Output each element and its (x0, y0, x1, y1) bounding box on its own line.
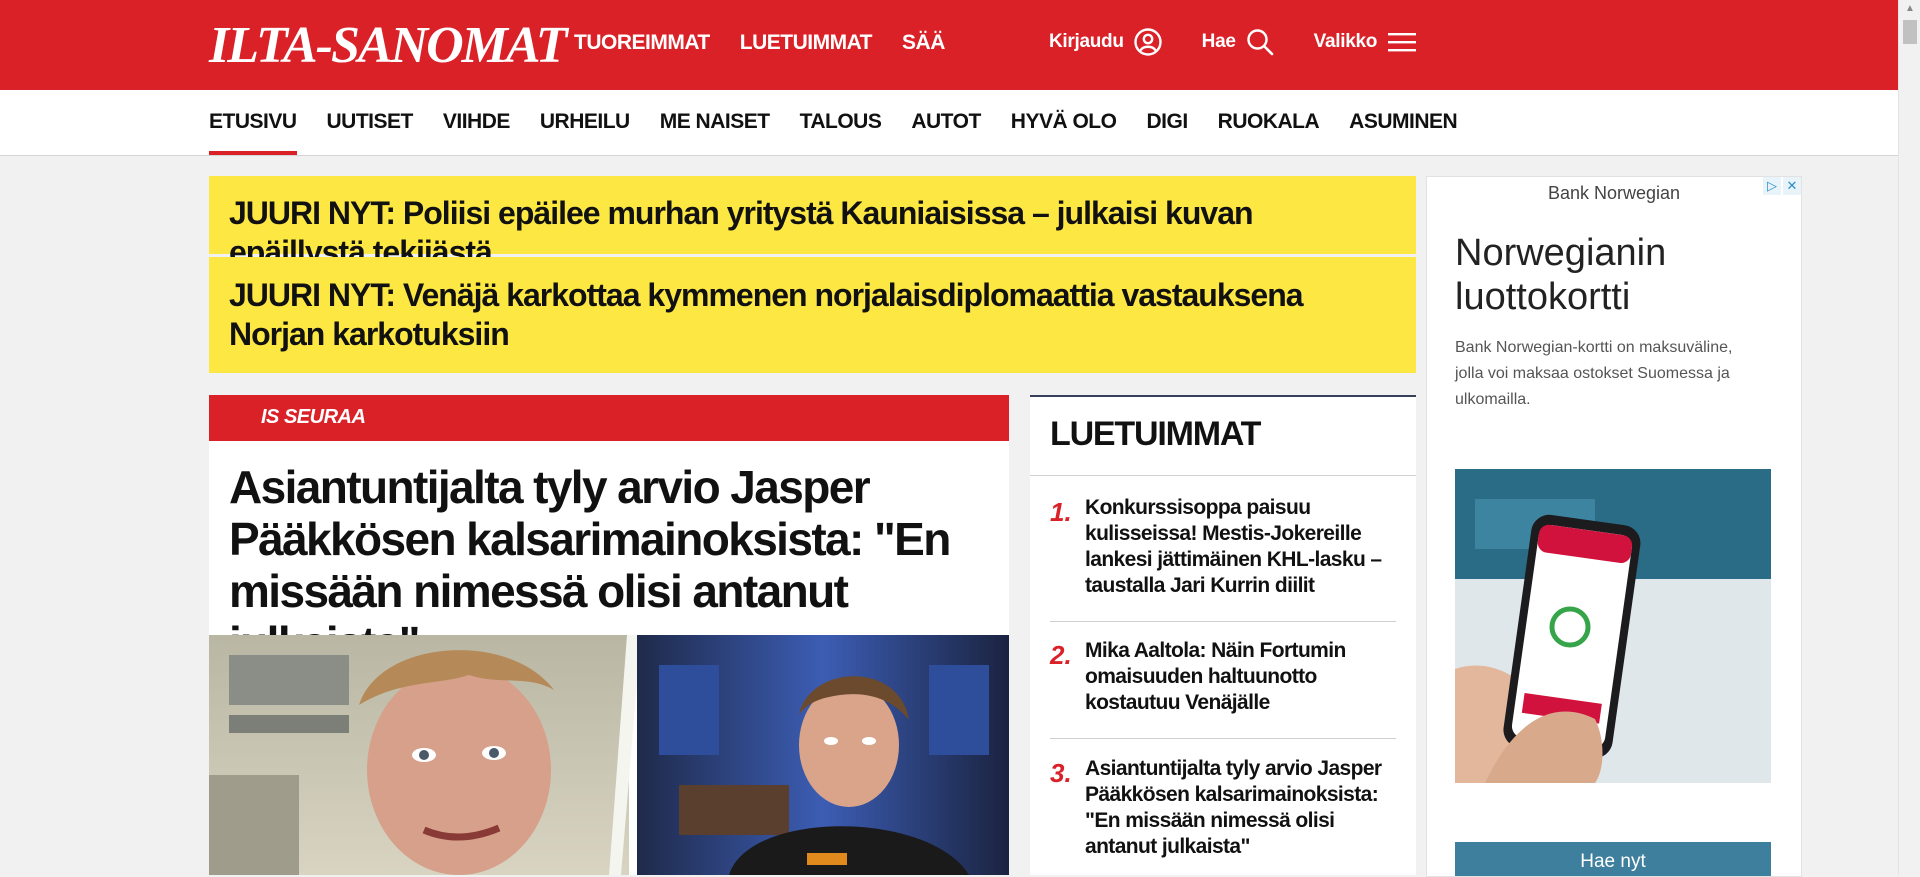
login-button[interactable]: Kirjaudu (1049, 28, 1162, 56)
most-read-headline: Mika Aaltola: Näin Fortumin omaisuuden h… (1085, 639, 1346, 714)
scroll-up-arrow-icon[interactable]: ▲ (1899, 0, 1920, 18)
page-scrollbar[interactable]: ▲ (1898, 0, 1920, 875)
divider (1030, 475, 1416, 476)
section-nav: ETUSIVU UUTISET VIIHDE URHEILU ME NAISET… (0, 90, 1898, 156)
section-etusivu[interactable]: ETUSIVU (209, 90, 297, 155)
article-tag-bar: IS SEURAA (209, 395, 1009, 441)
article-photo[interactable] (209, 635, 1009, 875)
rank-number: 3. (1050, 758, 1072, 788)
most-read-box: LUETUIMMAT 1. Konkurssisoppa paisuu kuli… (1030, 395, 1416, 875)
most-read-title: LUETUIMMAT (1050, 415, 1261, 453)
nav-tuoreimmat[interactable]: TUOREIMMAT (574, 31, 710, 55)
most-read-item-3[interactable]: 3. Asiantuntijalta tyly arvio Jasper Pää… (1050, 756, 1396, 866)
ad-badges: ▷ ✕ (1763, 177, 1801, 195)
section-urheilu[interactable]: URHEILU (540, 90, 630, 155)
top-nav: TUOREIMMAT LUETUIMMAT SÄÄ (574, 31, 945, 55)
rank-number: 2. (1050, 640, 1072, 670)
close-icon[interactable]: ✕ (1783, 177, 1801, 195)
section-hyva-olo[interactable]: HYVÄ OLO (1011, 90, 1117, 155)
site-logo[interactable]: ILTA-SANOMAT (209, 18, 567, 74)
section-talous[interactable]: TALOUS (800, 90, 882, 155)
nav-luetuimmat[interactable]: LUETUIMMAT (740, 31, 873, 55)
ad-brand: Bank Norwegian (1547, 183, 1681, 203)
site-header: ILTA-SANOMAT TUOREIMMAT LUETUIMMAT SÄÄ K… (0, 0, 1898, 90)
section-ruokala[interactable]: RUOKALA (1218, 90, 1320, 155)
advertisement[interactable]: Bank Norwegian ▷ ✕ Norwegianin luottokor… (1426, 176, 1802, 877)
nav-saa[interactable]: SÄÄ (902, 31, 945, 55)
main-article-card[interactable]: IS SEURAA Asiantuntijalta tyly arvio Jas… (209, 395, 1009, 875)
breaking-news-text: JUURI NYT: Venäjä karkottaa kymmenen nor… (229, 277, 1304, 352)
header-actions: Kirjaudu Hae Valikko (1049, 28, 1417, 56)
ad-apply-button[interactable]: Hae nyt (1455, 842, 1771, 876)
search-label: Hae (1201, 31, 1236, 52)
rank-number: 1. (1050, 497, 1072, 527)
hamburger-icon (1388, 33, 1417, 52)
ad-title: Norwegianin luottokortti (1455, 232, 1667, 318)
menu-label: Valikko (1313, 31, 1378, 52)
section-viihde[interactable]: VIIHDE (443, 90, 511, 155)
adchoices-icon[interactable]: ▷ (1763, 177, 1781, 195)
most-read-item-1[interactable]: 1. Konkurssisoppa paisuu kulisseissa! Me… (1050, 495, 1396, 607)
section-nav-items: ETUSIVU UUTISET VIIHDE URHEILU ME NAISET… (209, 90, 1458, 155)
ad-phone-image[interactable] (1455, 469, 1771, 783)
most-read-headline: Konkurssisoppa paisuu kulisseissa! Mesti… (1085, 496, 1382, 597)
most-read-top-line (1030, 395, 1416, 397)
section-asuminen[interactable]: ASUMINEN (1349, 90, 1458, 155)
section-autot[interactable]: AUTOT (911, 90, 981, 155)
most-read-headline: Asiantuntijalta tyly arvio Jasper Pääkkö… (1085, 757, 1382, 858)
search-button[interactable]: Hae (1202, 28, 1274, 56)
search-icon (1246, 29, 1273, 56)
article-tag: IS SEURAA (261, 406, 366, 428)
scrollbar-thumb[interactable] (1903, 20, 1917, 44)
user-icon (1133, 28, 1162, 56)
breaking-news-1[interactable]: JUURI NYT: Poliisi epäilee murhan yritys… (209, 176, 1416, 270)
divider (1050, 738, 1396, 739)
most-read-item-2[interactable]: 2. Mika Aaltola: Näin Fortumin omaisuude… (1050, 638, 1396, 718)
ad-text: Bank Norwegian-kortti on maksuväline, jo… (1455, 339, 1733, 408)
breaking-news-2[interactable]: JUURI NYT: Venäjä karkottaa kymmenen nor… (209, 257, 1416, 373)
section-digi[interactable]: DIGI (1146, 90, 1188, 155)
divider (1050, 621, 1396, 622)
login-label: Kirjaudu (1049, 31, 1124, 52)
section-me-naiset[interactable]: ME NAISET (660, 90, 770, 155)
section-uutiset[interactable]: UUTISET (327, 90, 414, 155)
menu-button[interactable]: Valikko (1314, 30, 1417, 54)
